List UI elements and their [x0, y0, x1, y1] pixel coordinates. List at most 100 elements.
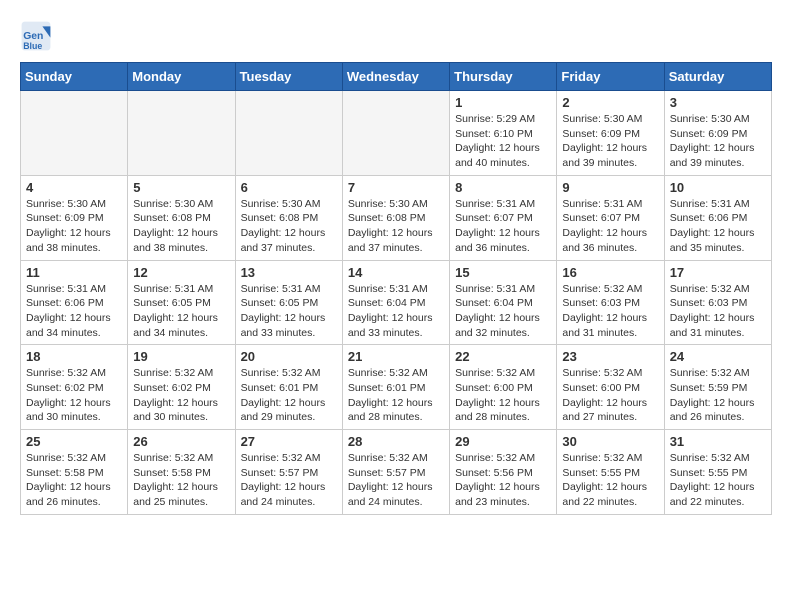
calendar-cell: 28 Sunrise: 5:32 AMSunset: 5:57 PMDayligh…: [342, 430, 449, 515]
day-info: Sunrise: 5:31 AMSunset: 6:07 PMDaylight:…: [455, 197, 551, 256]
week-row-2: 4 Sunrise: 5:30 AMSunset: 6:09 PMDaylight…: [21, 175, 772, 260]
weekday-row: SundayMondayTuesdayWednesdayThursdayFrid…: [21, 63, 772, 91]
day-info: Sunrise: 5:32 AMSunset: 6:03 PMDaylight:…: [670, 282, 766, 341]
day-info: Sunrise: 5:31 AMSunset: 6:06 PMDaylight:…: [670, 197, 766, 256]
weekday-friday: Friday: [557, 63, 664, 91]
calendar-cell: 7Sunrise: 5:30 AMSunset: 6:08 PMDaylight…: [342, 175, 449, 260]
day-number: 9: [562, 180, 658, 195]
calendar-cell: 15 Sunrise: 5:31 AMSunset: 6:04 PMDayligh…: [450, 260, 557, 345]
day-info: Sunrise: 5:32 AMSunset: 5:57 PMDaylight:…: [241, 451, 337, 510]
day-number: 3: [670, 95, 766, 110]
day-number: 27: [241, 434, 337, 449]
week-row-1: 1 Sunrise: 5:29 AMSunset: 6:10 PMDaylight…: [21, 91, 772, 176]
calendar-cell: 13 Sunrise: 5:31 AMSunset: 6:05 PMDayligh…: [235, 260, 342, 345]
day-info: Sunrise: 5:30 AMSunset: 6:09 PMDaylight:…: [670, 112, 766, 171]
calendar-cell: 17Sunrise: 5:32 AMSunset: 6:03 PMDayligh…: [664, 260, 771, 345]
calendar-cell: 10 Sunrise: 5:31 AMSunset: 6:06 PMDayligh…: [664, 175, 771, 260]
page-header: Gen Blue: [20, 20, 772, 52]
day-number: 20: [241, 349, 337, 364]
weekday-tuesday: Tuesday: [235, 63, 342, 91]
day-number: 21: [348, 349, 444, 364]
day-number: 18: [26, 349, 122, 364]
day-info: Sunrise: 5:30 AMSunset: 6:08 PMDaylight:…: [133, 197, 229, 256]
day-number: 11: [26, 265, 122, 280]
day-number: 10: [670, 180, 766, 195]
day-info: Sunrise: 5:32 AMSunset: 6:00 PMDaylight:…: [562, 366, 658, 425]
day-info: Sunrise: 5:31 AMSunset: 6:06 PMDaylight:…: [26, 282, 122, 341]
calendar-cell: 12Sunrise: 5:31 AMSunset: 6:05 PMDayligh…: [128, 260, 235, 345]
calendar-cell: 26 Sunrise: 5:32 AMSunset: 5:58 PMDayligh…: [128, 430, 235, 515]
calendar-cell: 23Sunrise: 5:32 AMSunset: 6:00 PMDayligh…: [557, 345, 664, 430]
day-info: Sunrise: 5:31 AMSunset: 6:07 PMDaylight:…: [562, 197, 658, 256]
day-info: Sunrise: 5:31 AMSunset: 6:04 PMDaylight:…: [348, 282, 444, 341]
calendar-cell: 31Sunrise: 5:32 AMSunset: 5:55 PMDayligh…: [664, 430, 771, 515]
day-info: Sunrise: 5:32 AMSunset: 5:58 PMDaylight:…: [26, 451, 122, 510]
day-number: 28: [348, 434, 444, 449]
day-info: Sunrise: 5:30 AMSunset: 6:08 PMDaylight:…: [241, 197, 337, 256]
weekday-wednesday: Wednesday: [342, 63, 449, 91]
calendar-cell: [128, 91, 235, 176]
day-number: 30: [562, 434, 658, 449]
weekday-sunday: Sunday: [21, 63, 128, 91]
calendar-cell: 29 Sunrise: 5:32 AMSunset: 5:56 PMDayligh…: [450, 430, 557, 515]
day-number: 8: [455, 180, 551, 195]
calendar-cell: 14 Sunrise: 5:31 AMSunset: 6:04 PMDayligh…: [342, 260, 449, 345]
day-info: Sunrise: 5:29 AMSunset: 6:10 PMDaylight:…: [455, 112, 551, 171]
calendar-cell: 8 Sunrise: 5:31 AMSunset: 6:07 PMDaylight…: [450, 175, 557, 260]
weekday-saturday: Saturday: [664, 63, 771, 91]
day-info: Sunrise: 5:32 AMSunset: 6:02 PMDaylight:…: [26, 366, 122, 425]
day-number: 12: [133, 265, 229, 280]
day-number: 5: [133, 180, 229, 195]
calendar-cell: 24 Sunrise: 5:32 AMSunset: 5:59 PMDayligh…: [664, 345, 771, 430]
day-number: 15: [455, 265, 551, 280]
calendar-cell: 20Sunrise: 5:32 AMSunset: 6:01 PMDayligh…: [235, 345, 342, 430]
day-number: 1: [455, 95, 551, 110]
calendar-cell: 6 Sunrise: 5:30 AMSunset: 6:08 PMDaylight…: [235, 175, 342, 260]
week-row-4: 18 Sunrise: 5:32 AMSunset: 6:02 PMDayligh…: [21, 345, 772, 430]
calendar-cell: 11 Sunrise: 5:31 AMSunset: 6:06 PMDayligh…: [21, 260, 128, 345]
calendar-cell: 1 Sunrise: 5:29 AMSunset: 6:10 PMDaylight…: [450, 91, 557, 176]
day-number: 4: [26, 180, 122, 195]
svg-text:Blue: Blue: [23, 41, 42, 51]
logo: Gen Blue: [20, 20, 58, 52]
day-info: Sunrise: 5:31 AMSunset: 6:05 PMDaylight:…: [241, 282, 337, 341]
day-number: 13: [241, 265, 337, 280]
day-info: Sunrise: 5:32 AMSunset: 5:56 PMDaylight:…: [455, 451, 551, 510]
day-info: Sunrise: 5:32 AMSunset: 5:55 PMDaylight:…: [670, 451, 766, 510]
calendar-cell: 3 Sunrise: 5:30 AMSunset: 6:09 PMDaylight…: [664, 91, 771, 176]
day-info: Sunrise: 5:32 AMSunset: 6:01 PMDaylight:…: [348, 366, 444, 425]
day-info: Sunrise: 5:32 AMSunset: 5:58 PMDaylight:…: [133, 451, 229, 510]
calendar-cell: 25 Sunrise: 5:32 AMSunset: 5:58 PMDayligh…: [21, 430, 128, 515]
day-number: 6: [241, 180, 337, 195]
calendar-cell: 30Sunrise: 5:32 AMSunset: 5:55 PMDayligh…: [557, 430, 664, 515]
week-row-3: 11 Sunrise: 5:31 AMSunset: 6:06 PMDayligh…: [21, 260, 772, 345]
calendar-cell: 19Sunrise: 5:32 AMSunset: 6:02 PMDayligh…: [128, 345, 235, 430]
calendar-cell: 27 Sunrise: 5:32 AMSunset: 5:57 PMDayligh…: [235, 430, 342, 515]
weekday-thursday: Thursday: [450, 63, 557, 91]
day-number: 2: [562, 95, 658, 110]
calendar-cell: 2 Sunrise: 5:30 AMSunset: 6:09 PMDaylight…: [557, 91, 664, 176]
day-info: Sunrise: 5:30 AMSunset: 6:09 PMDaylight:…: [562, 112, 658, 171]
calendar-cell: 4 Sunrise: 5:30 AMSunset: 6:09 PMDaylight…: [21, 175, 128, 260]
day-info: Sunrise: 5:31 AMSunset: 6:04 PMDaylight:…: [455, 282, 551, 341]
calendar-cell: 21 Sunrise: 5:32 AMSunset: 6:01 PMDayligh…: [342, 345, 449, 430]
day-number: 24: [670, 349, 766, 364]
day-number: 14: [348, 265, 444, 280]
day-info: Sunrise: 5:30 AMSunset: 6:09 PMDaylight:…: [26, 197, 122, 256]
week-row-5: 25 Sunrise: 5:32 AMSunset: 5:58 PMDayligh…: [21, 430, 772, 515]
day-info: Sunrise: 5:32 AMSunset: 5:59 PMDaylight:…: [670, 366, 766, 425]
calendar-cell: [21, 91, 128, 176]
calendar-table: SundayMondayTuesdayWednesdayThursdayFrid…: [20, 62, 772, 515]
calendar-cell: [342, 91, 449, 176]
day-number: 25: [26, 434, 122, 449]
calendar-cell: 22Sunrise: 5:32 AMSunset: 6:00 PMDayligh…: [450, 345, 557, 430]
calendar-body: 1 Sunrise: 5:29 AMSunset: 6:10 PMDaylight…: [21, 91, 772, 515]
day-number: 29: [455, 434, 551, 449]
day-info: Sunrise: 5:30 AMSunset: 6:08 PMDaylight:…: [348, 197, 444, 256]
day-info: Sunrise: 5:32 AMSunset: 5:57 PMDaylight:…: [348, 451, 444, 510]
day-info: Sunrise: 5:32 AMSunset: 6:02 PMDaylight:…: [133, 366, 229, 425]
day-number: 26: [133, 434, 229, 449]
day-number: 16: [562, 265, 658, 280]
calendar-cell: [235, 91, 342, 176]
day-info: Sunrise: 5:32 AMSunset: 6:03 PMDaylight:…: [562, 282, 658, 341]
